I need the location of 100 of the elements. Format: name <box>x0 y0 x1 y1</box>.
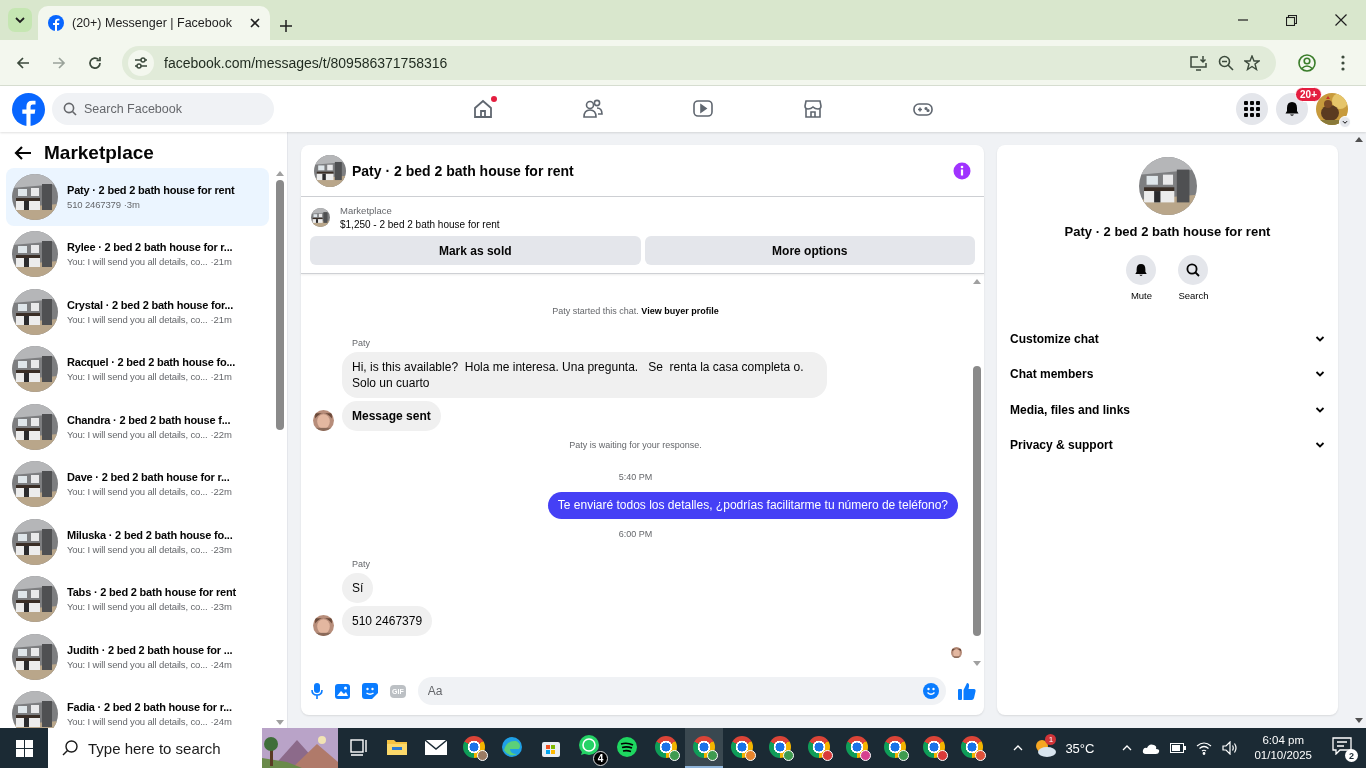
close-icon[interactable] <box>250 18 260 28</box>
conversation-item[interactable]: Tabs · 2 bed 2 bath house for rent You: I will send you all details, co... ·23m <box>6 570 269 628</box>
image-icon[interactable] <box>335 683 350 699</box>
marketplace-icon <box>802 98 824 120</box>
message-bubble: Hi, is this available? Hola me interesa. Una pregunta. Se renta la casa completa o. Solo un cuarto <box>342 352 827 398</box>
conversation-item[interactable]: Racquel · 2 bed 2 bath house fo... You: I will send you all details, co... ·21m <box>6 340 269 398</box>
close-icon[interactable] <box>1335 14 1347 26</box>
microphone-icon[interactable] <box>311 683 323 699</box>
message-preview: You: I will send you all details, co... <box>67 716 208 728</box>
message-time: ·3m <box>123 198 140 210</box>
menu-icon <box>1244 101 1260 117</box>
plus-icon[interactable] <box>280 20 292 32</box>
conversation-title: Paty · 2 bed 2 bath house for rent <box>1064 224 1271 239</box>
reload-icon[interactable] <box>88 55 102 70</box>
taskbar-app[interactable] <box>684 728 723 768</box>
temperature: 35°C <box>1065 740 1095 756</box>
search-icon <box>62 740 78 756</box>
conversation-item[interactable]: Dave · 2 bed 2 bath house for r... You: I will send you all details, co... ·22m <box>6 455 269 513</box>
browser-tab[interactable]: (20+) Messenger | Facebook <box>38 6 270 40</box>
conversation-item[interactable]: Paty · 2 bed 2 bath house for rent 510 2467379 ·3m <box>6 168 269 226</box>
speaker-icon[interactable] <box>1222 741 1239 755</box>
conversation-title: Rylee · 2 bed 2 bath house for r... <box>67 241 233 254</box>
scrollbar-thumb[interactable] <box>973 366 981 636</box>
search-field[interactable]: Search Facebook <box>52 93 274 125</box>
more-menu-icon[interactable] <box>1341 54 1345 71</box>
windows-start-icon[interactable] <box>15 739 33 757</box>
conversation-item[interactable]: Miluska · 2 bed 2 bath house fo... You: I will send you all details, co... ·23m <box>6 513 269 571</box>
scroll-up-icon[interactable] <box>1355 136 1363 142</box>
caret-icon <box>1339 116 1351 128</box>
video-icon <box>692 98 714 120</box>
message-field[interactable]: Aa <box>417 677 946 705</box>
cloud-icon[interactable] <box>1142 742 1161 754</box>
tab-title: (20+) Messenger | Facebook <box>72 16 233 30</box>
message-preview: You: I will send you all details, co... <box>67 601 208 613</box>
account-button[interactable] <box>1316 93 1348 125</box>
settings-icon <box>134 56 148 69</box>
menu-button[interactable] <box>1236 93 1268 125</box>
message-time: ·22m <box>210 486 232 498</box>
sender-name: Paty <box>352 559 371 569</box>
view-profile-link[interactable]: View buyer profile <box>641 306 719 316</box>
battery-icon[interactable] <box>1170 743 1187 753</box>
info-icon[interactable] <box>953 161 971 180</box>
conversation-title: Judith · 2 bed 2 bath house for ... <box>67 643 233 656</box>
chevron-down-icon <box>15 16 25 24</box>
listing-action-button[interactable]: More options <box>644 236 975 265</box>
chat-notice: Paty is waiting for your response. <box>569 440 702 450</box>
wifi-icon[interactable] <box>1196 741 1213 755</box>
zoom-icon[interactable] <box>1218 54 1234 71</box>
taskbar-app[interactable]: 4 <box>569 728 609 768</box>
conversation-item[interactable]: Judith · 2 bed 2 bath house for ... You: I will send you all details, co... ·24m <box>6 628 269 686</box>
message-preview: You: I will send you all details, co... <box>67 658 208 670</box>
message-preview: You: I will send you all details, co... <box>67 313 208 325</box>
conversation-title: Miluska · 2 bed 2 bath house fo... <box>67 528 233 541</box>
chevron-up-icon[interactable] <box>1013 745 1024 751</box>
message-time: ·24m <box>210 658 232 670</box>
conversation-title: Crystal · 2 bed 2 bath house for... <box>67 298 233 311</box>
scroll-down-icon[interactable] <box>1355 718 1363 724</box>
thumbs-up-icon[interactable] <box>958 682 976 700</box>
folder-icon <box>386 737 409 757</box>
conversation-title: Fadia · 2 bed 2 bath house for r... <box>67 701 232 714</box>
facebook-logo-icon[interactable] <box>12 92 45 126</box>
listing-action-button[interactable]: Mark as sold <box>310 236 641 265</box>
sticker-icon[interactable] <box>362 683 378 699</box>
conversation-item[interactable]: Chandra · 2 bed 2 bath house f... You: I will send you all details, co... ·22m <box>6 398 269 456</box>
section-header[interactable]: Media, files and links <box>1009 392 1326 428</box>
chat-title: Paty · 2 bed 2 bath house for rent <box>352 162 575 179</box>
notification-icon[interactable] <box>1332 737 1352 755</box>
section-header[interactable]: Chat members <box>1009 356 1326 392</box>
message-bubble: Te enviaré todos los detalles, ¿podrías facilitarme tu número de teléfono? <box>547 492 958 519</box>
conversation-item[interactable]: Crystal · 2 bed 2 bath house for... You: I will send you all details, co... ·21m <box>6 283 269 341</box>
bell-icon <box>1284 101 1300 117</box>
bell-icon <box>1134 263 1149 277</box>
section-header[interactable]: Customize chat <box>1009 321 1326 357</box>
message-bubble: Sí <box>342 573 374 603</box>
tab-search-button[interactable] <box>8 8 32 32</box>
search-icon <box>1186 263 1201 277</box>
facebook-logo-icon <box>48 15 64 31</box>
section-header[interactable]: Privacy & support <box>1009 427 1326 463</box>
profile-icon[interactable] <box>1298 53 1316 72</box>
home-icon <box>472 98 494 120</box>
back-arrow-icon[interactable] <box>16 55 30 70</box>
restore-icon[interactable] <box>1286 14 1297 26</box>
chevron-up-icon[interactable] <box>1122 745 1133 751</box>
message-preview: You: I will send you all details, co... <box>67 486 208 498</box>
emoji-icon[interactable] <box>923 683 939 699</box>
chat-notice: Paty started this chat. View buyer profile <box>552 306 719 316</box>
message-time: ·23m <box>210 543 232 555</box>
scrollbar-thumb[interactable] <box>276 180 284 430</box>
conversation-title: Tabs · 2 bed 2 bath house for rent <box>67 586 237 599</box>
listing-title: $1,250 - 2 bed 2 bath house for rent <box>340 219 500 230</box>
back-arrow-icon[interactable] <box>14 145 32 161</box>
site-settings-button[interactable] <box>128 49 154 76</box>
monitor-download-icon[interactable] <box>1190 54 1208 71</box>
conversation-title: Chandra · 2 bed 2 bath house f... <box>67 413 232 426</box>
message-time: ·24m <box>210 716 232 728</box>
conversation-title: Paty · 2 bed 2 bath house for rent <box>67 183 235 196</box>
conversation-title: Racquel · 2 bed 2 bath house fo... <box>67 356 235 369</box>
star-icon[interactable] <box>1244 54 1260 71</box>
taskbar-search-field[interactable]: Type here to search <box>48 728 262 768</box>
conversation-item[interactable]: Rylee · 2 bed 2 bath house for r... You: I will send you all details, co... ·21m <box>6 225 269 283</box>
